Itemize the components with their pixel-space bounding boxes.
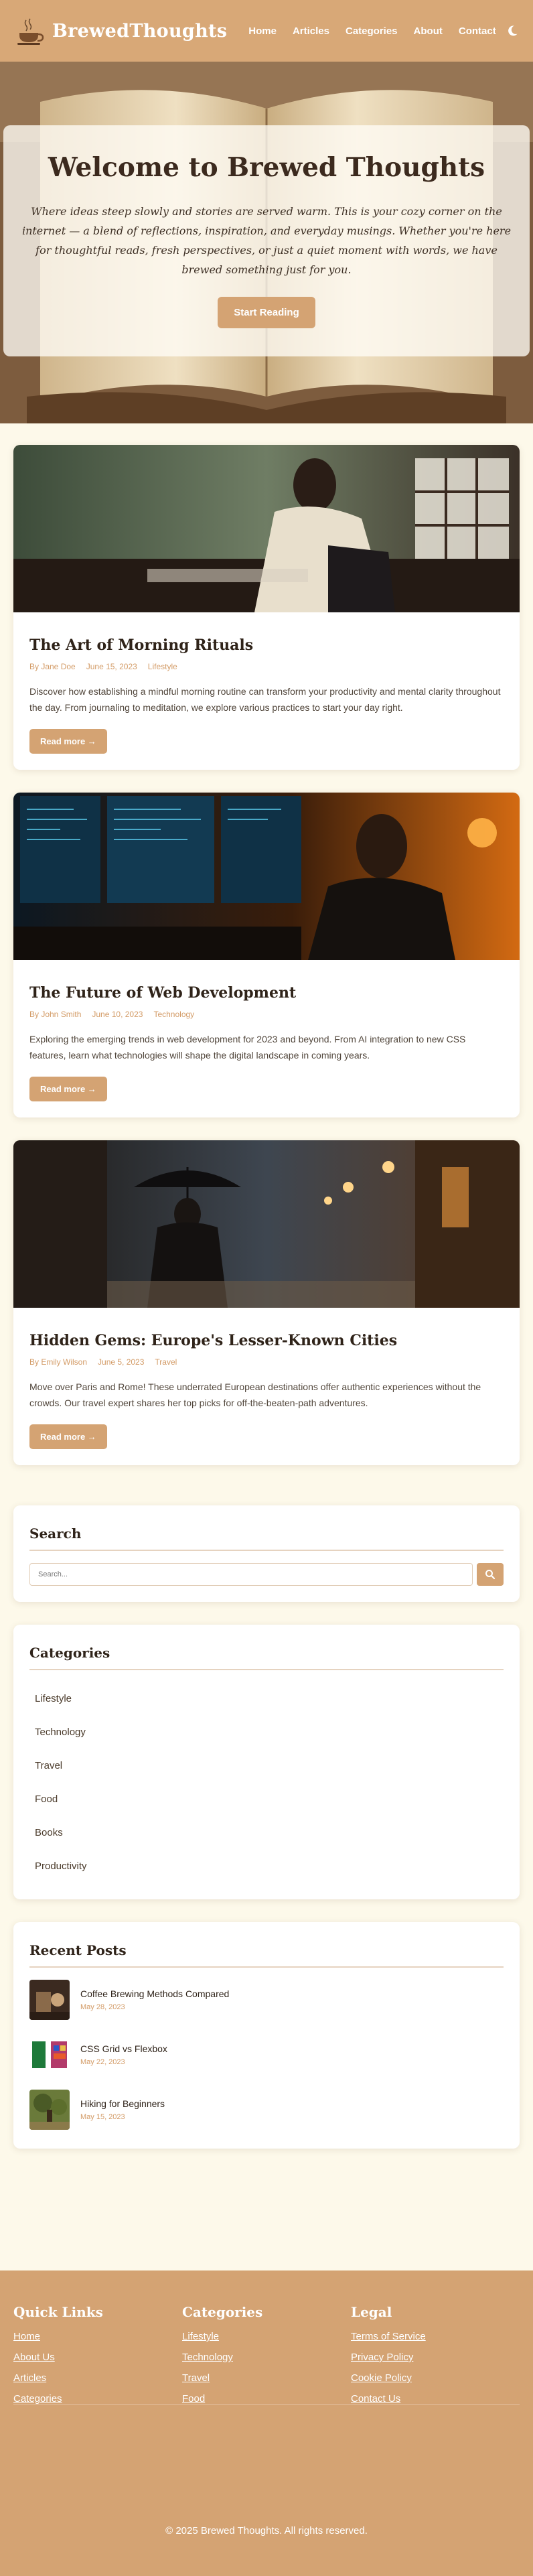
search-input[interactable] — [29, 1563, 473, 1586]
post-title[interactable]: Hidden Gems: Europe's Lesser-Known Citie… — [29, 1332, 504, 1349]
site-header: BrewedThoughts Home Articles Categories … — [0, 0, 533, 62]
widget-title: Categories — [29, 1645, 504, 1670]
read-more-button[interactable]: Read more → — [29, 1077, 107, 1101]
nav-about[interactable]: About — [414, 25, 443, 37]
categories-widget: Categories Lifestyle Technology Travel F… — [13, 1625, 520, 1899]
footer-categories: Categories Lifestyle Technology Travel F… — [182, 2304, 351, 2414]
hero-section: Welcome to Brewed Thoughts Where ideas s… — [0, 62, 533, 423]
footer-link-categories[interactable]: Categories — [13, 2393, 182, 2404]
site-footer: Quick Links Home About Us Articles Categ… — [0, 2270, 533, 2576]
recent-post-item[interactable]: Hiking for Beginners May 15, 2023 — [29, 2090, 504, 2130]
recent-post-title[interactable]: Coffee Brewing Methods Compared — [80, 1988, 229, 1999]
logo-text: BrewedThoughts — [52, 20, 228, 42]
search-row — [29, 1563, 504, 1586]
search-icon — [485, 1570, 496, 1580]
footer-quick-links: Quick Links Home About Us Articles Categ… — [13, 2304, 182, 2414]
post-date: June 5, 2023 — [98, 1357, 145, 1367]
category-item[interactable]: Food — [29, 1783, 504, 1816]
footer-link-cookies[interactable]: Cookie Policy — [351, 2372, 520, 2384]
post-category[interactable]: Technology — [153, 1010, 194, 1019]
post-image-web-development[interactable] — [13, 793, 520, 960]
recent-post-date: May 28, 2023 — [80, 2003, 125, 2011]
footer-heading: Quick Links — [13, 2304, 103, 2320]
category-item[interactable]: Travel — [29, 1749, 504, 1783]
post-card: Hidden Gems: Europe's Lesser-Known Citie… — [13, 1140, 520, 1465]
post-card: The Future of Web Development By John Sm… — [13, 793, 520, 1117]
post-category[interactable]: Travel — [155, 1357, 177, 1367]
hero-text: Where ideas steep slowly and stories are… — [21, 205, 512, 276]
post-excerpt: Discover how establishing a mindful morn… — [29, 686, 501, 713]
recent-post-title[interactable]: Hiking for Beginners — [80, 2098, 165, 2109]
post-meta: By Emily Wilson June 5, 2023 Travel — [29, 1357, 504, 1367]
coffee-cup-icon — [17, 18, 44, 45]
category-item[interactable]: Books — [29, 1816, 504, 1850]
search-widget: Search — [13, 1505, 520, 1602]
footer-link-food[interactable]: Food — [182, 2393, 351, 2404]
footer-link-about[interactable]: About Us — [13, 2352, 182, 2363]
post-author: By John Smith — [29, 1010, 82, 1019]
search-button[interactable] — [477, 1563, 504, 1586]
recent-post-thumbnail — [29, 1980, 70, 2020]
nav-articles[interactable]: Articles — [293, 25, 329, 37]
recent-post-thumbnail — [29, 2090, 70, 2130]
dark-mode-toggle[interactable] — [505, 23, 520, 38]
read-more-button[interactable]: Read more → — [29, 729, 107, 754]
hero-card: Welcome to Brewed Thoughts Where ideas s… — [3, 125, 530, 356]
recent-post-date: May 22, 2023 — [80, 2058, 125, 2066]
post-image-morning-rituals[interactable] — [13, 445, 520, 612]
category-item[interactable]: Technology — [29, 1716, 504, 1749]
read-more-button[interactable]: Read more → — [29, 1424, 107, 1449]
post-meta: By John Smith June 10, 2023 Technology — [29, 1010, 504, 1019]
post-image-europe-cities[interactable] — [13, 1140, 520, 1308]
category-item[interactable]: Productivity — [29, 1850, 504, 1883]
footer-link-lifestyle[interactable]: Lifestyle — [182, 2331, 351, 2342]
start-reading-button[interactable]: Start Reading — [218, 297, 315, 328]
post-title[interactable]: The Art of Morning Rituals — [29, 636, 504, 654]
main-content: The Art of Morning Rituals By Jane Doe J… — [0, 423, 533, 2149]
recent-post-date: May 15, 2023 — [80, 2113, 125, 2121]
post-excerpt: Exploring the emerging trends in web dev… — [29, 1034, 466, 1061]
widget-title: Search — [29, 1526, 504, 1551]
recent-post-item[interactable]: Coffee Brewing Methods Compared May 28, … — [29, 1980, 504, 2020]
footer-legal: Legal Terms of Service Privacy Policy Co… — [351, 2304, 520, 2414]
footer-link-privacy[interactable]: Privacy Policy — [351, 2352, 520, 2363]
recent-post-thumbnail — [29, 2035, 70, 2075]
logo[interactable]: BrewedThoughts — [13, 15, 227, 47]
footer-divider — [13, 2404, 520, 2405]
footer-link-terms[interactable]: Terms of Service — [351, 2331, 520, 2342]
post-author: By Emily Wilson — [29, 1357, 88, 1367]
post-author: By Jane Doe — [29, 662, 76, 671]
post-meta: By Jane Doe June 15, 2023 Lifestyle — [29, 662, 504, 671]
nav-categories[interactable]: Categories — [346, 25, 398, 37]
footer-link-home[interactable]: Home — [13, 2331, 182, 2342]
nav-home[interactable]: Home — [248, 25, 277, 37]
footer-columns: Quick Links Home About Us Articles Categ… — [13, 2304, 520, 2414]
footer-heading: Categories — [182, 2304, 263, 2320]
recent-posts-widget: Recent Posts Coffee Brewing Methods Comp… — [13, 1922, 520, 2149]
footer-link-contact[interactable]: Contact Us — [351, 2393, 520, 2404]
main-nav: Home Articles Categories About Contact — [248, 25, 496, 37]
post-category[interactable]: Lifestyle — [148, 662, 177, 671]
nav-contact[interactable]: Contact — [459, 25, 496, 37]
widget-title: Recent Posts — [29, 1942, 504, 1968]
footer-heading: Legal — [351, 2304, 392, 2320]
category-item[interactable]: Lifestyle — [29, 1682, 504, 1716]
copyright-text: © 2025 Brewed Thoughts. All rights reser… — [165, 2525, 368, 2536]
category-list: Lifestyle Technology Travel Food Books P… — [29, 1682, 504, 1883]
post-date: June 15, 2023 — [86, 662, 137, 671]
footer-link-technology[interactable]: Technology — [182, 2352, 351, 2363]
recent-post-item[interactable]: CSS Grid vs Flexbox May 22, 2023 — [29, 2035, 504, 2075]
post-excerpt: Move over Paris and Rome! These underrat… — [29, 1381, 481, 1408]
post-date: June 10, 2023 — [92, 1010, 143, 1019]
post-card: The Art of Morning Rituals By Jane Doe J… — [13, 445, 520, 770]
moon-icon — [508, 25, 518, 36]
footer-link-articles[interactable]: Articles — [13, 2372, 182, 2384]
recent-post-title[interactable]: CSS Grid vs Flexbox — [80, 2043, 167, 2054]
hero-title: Welcome to Brewed Thoughts — [48, 152, 485, 183]
post-title[interactable]: The Future of Web Development — [29, 984, 504, 1002]
footer-link-travel[interactable]: Travel — [182, 2372, 351, 2384]
